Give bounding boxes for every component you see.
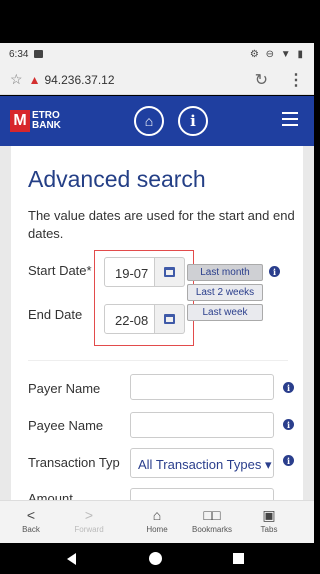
top-black-band [0,0,314,43]
start-date-input[interactable]: 19-07 [104,257,155,287]
info-button[interactable]: i [178,106,208,136]
transaction-type-label: Transaction Typ [28,455,120,470]
calendar-icon [164,267,175,277]
system-home-icon[interactable] [149,552,162,565]
status-icons: ⚙ ⊖ ▼ ▮ [249,48,305,60]
nav-tabs-label: Tabs [260,525,278,534]
transaction-type-select[interactable]: All Transaction Types ▾ [130,448,274,478]
nav-bookmarks-button[interactable]: □□ Bookmarks [187,505,237,534]
amount-label: Amount [28,491,73,500]
message-icon [34,50,44,58]
end-date-calendar-button[interactable] [155,304,185,334]
nav-tabs-button[interactable]: ▣ Tabs [244,505,294,534]
nav-forward-button[interactable]: > Forward [64,505,114,534]
search-card: Advanced search The value dates are used… [11,146,303,500]
forward-icon: > [84,507,94,523]
status-bar: 6:34 ⚙ ⊖ ▼ ▮ [0,43,314,65]
last-2-weeks-button[interactable]: Last 2 weeks [187,284,263,301]
nav-back-button[interactable]: < Back [6,505,56,534]
page-description: The value dates are used for the start a… [28,208,295,241]
payee-name-input[interactable] [130,412,274,438]
payer-info-icon[interactable]: i [283,382,294,393]
system-nav-bar [0,543,314,574]
payee-name-label: Payee Name [28,418,104,433]
url-text[interactable]: 94.236.37.12 [44,73,254,87]
browser-bottom-bar: < Back > Forward ⌂ Home □□ Bookmarks ▣ T… [0,500,314,543]
hamburger-menu-icon[interactable] [282,112,298,126]
home-icon: ⌂ [144,113,154,129]
payer-name-input[interactable] [130,374,274,400]
start-date-label: Start Date* [28,263,92,278]
logo-mark: M [10,110,30,132]
end-date-input[interactable]: 22-08 [104,304,155,334]
app-header: M ETRO BANK ⌂ i [0,96,314,146]
last-month-button[interactable]: Last month [187,264,263,281]
info-icon: i [190,112,196,130]
page-title: Advanced search [28,166,206,192]
logo-line-2: BANK [32,120,61,131]
start-date-calendar-button[interactable] [155,257,185,287]
calendar-icon [164,314,175,324]
status-time: 6:34 [9,48,29,60]
nav-forward-label: Forward [74,525,104,534]
back-icon: < [26,507,36,523]
end-date-label: End Date [28,307,83,322]
star-icon[interactable]: ☆ [10,71,23,88]
browser-url-bar[interactable]: ☆ ▲ 94.236.37.12 ↻ ⋮ [0,65,314,95]
nav-home-label: Home [146,525,168,534]
nav-bookmarks-label: Bookmarks [191,525,232,534]
dropdown-caret-icon: ▾ [264,457,272,472]
section-divider [28,360,288,361]
nav-home-button[interactable]: ⌂ Home [132,505,182,534]
bookmarks-icon: □□ [203,507,221,523]
system-recents-icon[interactable] [233,553,244,564]
logo-text: ETRO BANK [32,111,61,131]
nav-back-label: Back [22,525,40,534]
more-menu-icon[interactable]: ⋮ [288,70,304,90]
last-week-button[interactable]: Last week [187,304,263,321]
reload-icon[interactable]: ↻ [255,70,268,90]
content-area: Advanced search The value dates are used… [0,146,314,500]
warning-icon[interactable]: ▲ [29,73,41,87]
payee-info-icon[interactable]: i [283,419,294,430]
date-info-icon[interactable]: i [269,266,280,277]
system-back-icon[interactable] [67,553,76,565]
tabs-icon: ▣ [262,507,276,523]
transaction-type-info-icon[interactable]: i [283,455,294,466]
home-button[interactable]: ⌂ [134,106,164,136]
payer-name-label: Payer Name [28,381,101,396]
home-icon: ⌂ [152,507,162,523]
amount-input[interactable] [130,488,274,500]
metro-bank-logo[interactable]: M ETRO BANK [10,110,61,132]
transaction-type-value: All Transaction Types [138,457,262,472]
